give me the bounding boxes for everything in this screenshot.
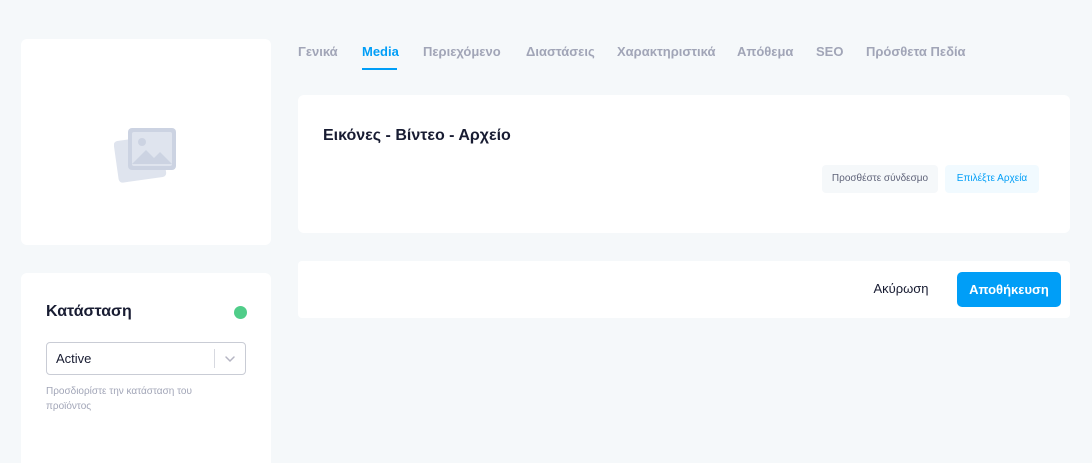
choose-files-button[interactable]: Επιλέξτε Αρχεία: [945, 165, 1039, 193]
select-separator: [214, 349, 215, 368]
tab-seo[interactable]: SEO: [816, 44, 843, 59]
cancel-button[interactable]: Ακύρωση: [862, 279, 940, 299]
tab-stock[interactable]: Απόθεμα: [737, 44, 793, 59]
tab-general[interactable]: Γενικά: [298, 44, 338, 59]
tab-content[interactable]: Περιεχόμενο: [423, 44, 501, 59]
status-indicator: [234, 306, 247, 319]
status-help-text: Προσδιορίστε την κατάσταση του προϊόντος: [46, 386, 192, 412]
status-select[interactable]: Active: [46, 342, 246, 375]
tab-characteristics[interactable]: Χαρακτηριστικά: [617, 44, 715, 59]
status-title: Κατάσταση: [46, 303, 132, 320]
chevron-down-icon[interactable]: [223, 352, 237, 371]
media-title: Εικόνες - Βίντεο - Αρχείο: [323, 127, 511, 144]
active-tab-indicator: [362, 68, 397, 70]
status-select-value: Active: [56, 351, 92, 366]
form-actions-bar: [298, 261, 1070, 318]
media-card: [298, 95, 1070, 233]
tab-dimensions[interactable]: Διαστάσεις: [526, 44, 595, 59]
image-placeholder-icon: [113, 126, 178, 189]
add-link-button[interactable]: Προσθέστε σύνδεσμο: [822, 165, 938, 193]
save-button[interactable]: Αποθήκευση: [957, 272, 1061, 307]
tab-media[interactable]: Media: [362, 44, 399, 59]
tab-extra-fields[interactable]: Πρόσθετα Πεδία: [866, 44, 966, 59]
